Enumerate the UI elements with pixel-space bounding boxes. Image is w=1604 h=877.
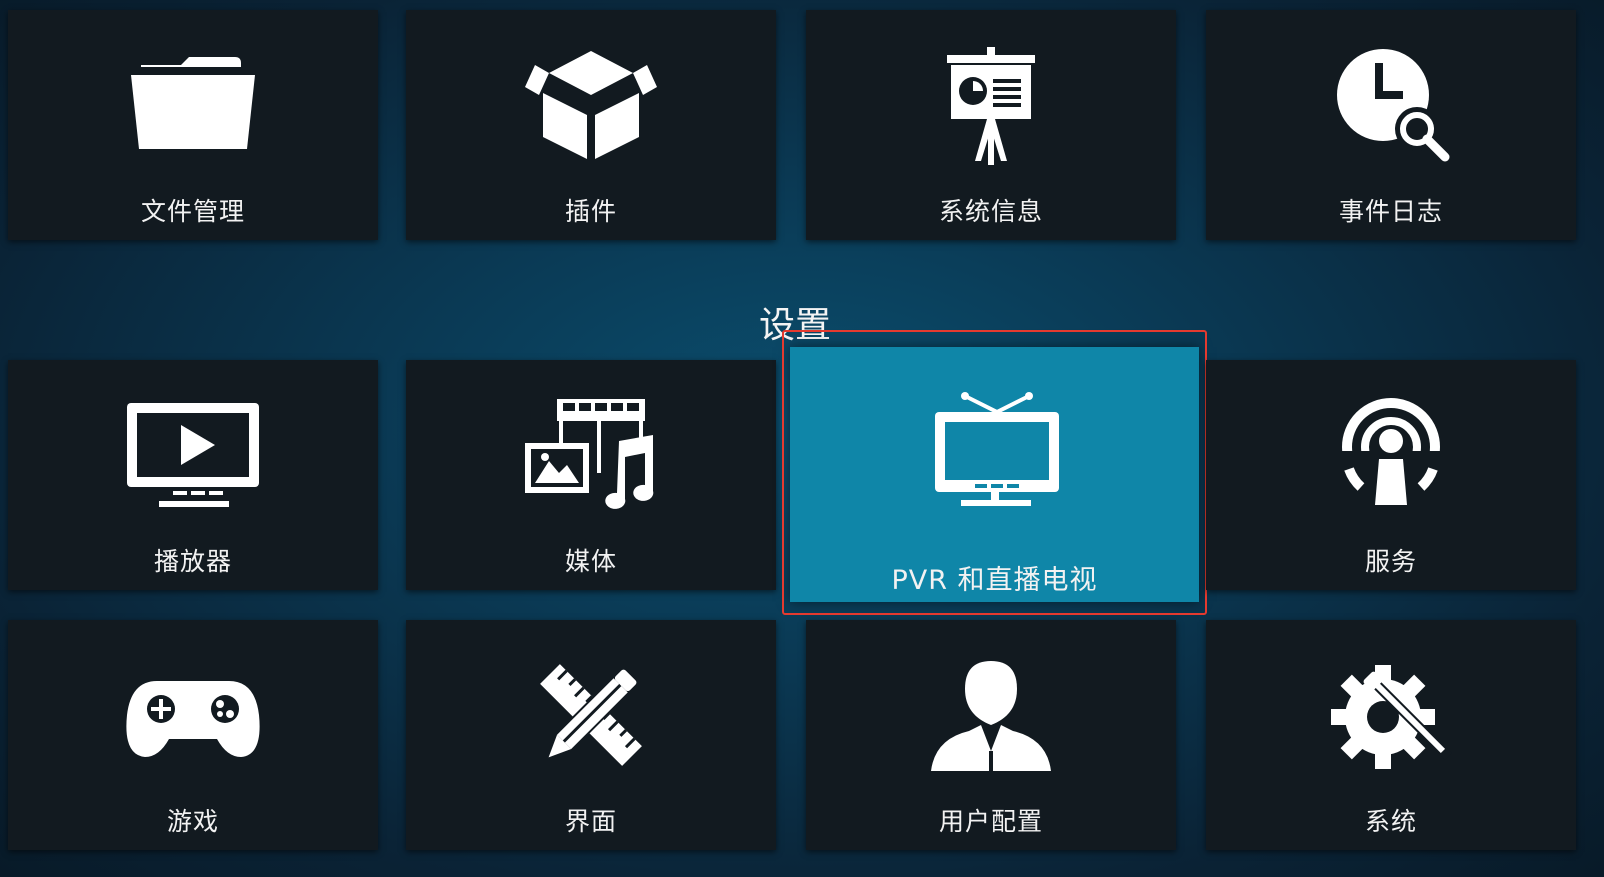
media-icon: [516, 392, 666, 518]
tile-label: 播放器: [153, 547, 232, 576]
tile-services[interactable]: 服务: [1206, 360, 1576, 590]
tile-label: 媒体: [564, 547, 617, 576]
tile-games[interactable]: 游戏: [8, 620, 378, 850]
tile-label: 服务: [1364, 547, 1417, 576]
gear-wrench-icon: [1316, 652, 1466, 778]
tile-label: PVR 和直播电视: [891, 565, 1098, 596]
clock-search-icon: [1316, 42, 1466, 168]
tile-label: 用户配置: [938, 807, 1043, 836]
tile-addons[interactable]: 插件: [406, 10, 776, 240]
tile-event-log[interactable]: 事件日志: [1206, 10, 1576, 240]
tile-label: 事件日志: [1338, 197, 1443, 226]
presentation-icon: [916, 42, 1066, 168]
tile-label: 游戏: [166, 807, 219, 836]
tile-player[interactable]: 播放器: [8, 360, 378, 590]
service-broadcast-icon: [1316, 392, 1466, 518]
tile-label: 界面: [564, 807, 617, 836]
tile-label: 文件管理: [140, 197, 245, 226]
tile-media[interactable]: 媒体: [406, 360, 776, 590]
folder-icon: [118, 42, 268, 168]
tile-pvr-live-tv[interactable]: PVR 和直播电视: [790, 347, 1199, 602]
settings-screen: 文件管理 插件 系统信息 事件日志 设置 播放器 媒体 PVR 和直播电视 服务…: [0, 0, 1604, 877]
tile-file-manager[interactable]: 文件管理: [8, 10, 378, 240]
tile-system-info[interactable]: 系统信息: [806, 10, 1176, 240]
tv-icon: [920, 387, 1070, 513]
tile-profiles[interactable]: 用户配置: [806, 620, 1176, 850]
tile-interface[interactable]: 界面: [406, 620, 776, 850]
addon-box-icon: [516, 42, 666, 168]
gamepad-icon: [118, 652, 268, 778]
section-title: 设置: [758, 305, 831, 346]
player-screen-icon: [118, 392, 268, 518]
tile-label: 系统信息: [938, 197, 1043, 226]
tile-system[interactable]: 系统: [1206, 620, 1576, 850]
tile-label: 插件: [564, 197, 617, 226]
user-profile-icon: [916, 652, 1066, 778]
pencil-ruler-icon: [516, 652, 666, 778]
tile-label: 系统: [1364, 807, 1417, 836]
